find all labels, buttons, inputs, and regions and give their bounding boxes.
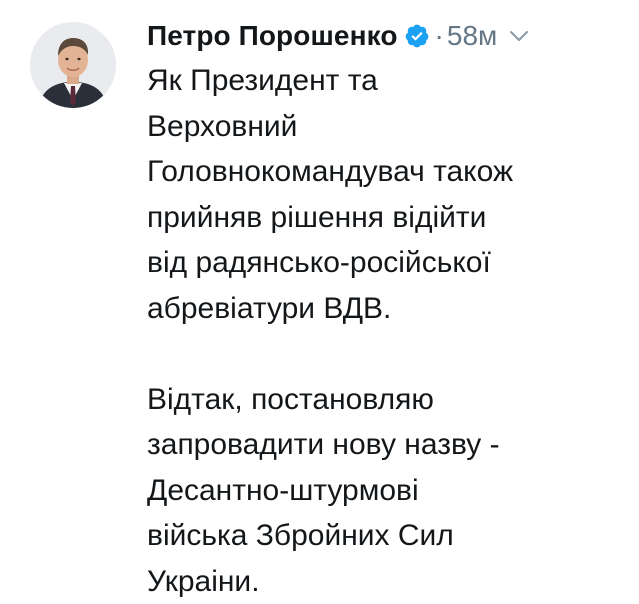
header-separator: · (435, 20, 444, 52)
tweet-header: Петро Порошенко · 58м (147, 14, 529, 58)
tweet-line: Верховний (147, 104, 617, 150)
tweet-line: від радянсько-російської (147, 240, 617, 286)
tweet-text: Як Президент та Верховний Головнокоманду… (147, 58, 617, 604)
tweet-line: Відтак, постановляю (147, 377, 617, 423)
profile-photo-icon (30, 22, 116, 108)
tweet-paragraph: Відтак, постановляю запровадити нову наз… (147, 377, 617, 604)
avatar[interactable] (30, 22, 116, 108)
tweet-line: Украіни. (147, 559, 617, 604)
tweet-line: абревіатури ВДВ. (147, 286, 617, 332)
tweet-line: Як Президент та (147, 58, 617, 104)
tweet-line: війська Збройних Сил (147, 513, 617, 559)
tweet-line: Десантно-штурмові (147, 468, 617, 514)
timestamp[interactable]: 58м (447, 20, 497, 52)
tweet-paragraph: Як Президент та Верховний Головнокоманду… (147, 58, 617, 331)
paragraph-gap (147, 331, 617, 377)
tweet-line: прийняв рішення відійти (147, 195, 617, 241)
tweet: Петро Порошенко · 58м Як Президент та Ве… (0, 0, 639, 600)
tweet-line: запровадити нову назву - (147, 422, 617, 468)
verified-badge-icon (404, 23, 430, 49)
tweet-line: Головнокомандувач також (147, 149, 617, 195)
chevron-down-icon[interactable] (509, 29, 529, 43)
author-name[interactable]: Петро Порошенко (147, 20, 398, 52)
